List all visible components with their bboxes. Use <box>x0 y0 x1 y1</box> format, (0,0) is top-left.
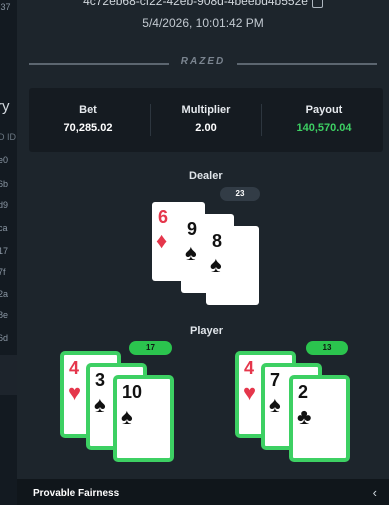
background-row: d9 <box>0 200 9 210</box>
stat-payout: Payout 140,570.04 <box>265 88 383 152</box>
background-row: e0 <box>0 155 9 165</box>
card-suit-icon: ♥ <box>243 380 257 405</box>
bet-value: 70,285.02 <box>63 122 113 134</box>
stat-separator <box>261 104 262 136</box>
background-row: ca <box>0 223 8 233</box>
divider-left <box>29 63 169 65</box>
background-row: 17 <box>0 246 9 256</box>
player-hand-total-badge: 13 <box>306 341 348 355</box>
background-top-text: ,37 <box>0 2 11 12</box>
brand-logo: RAZED <box>180 56 226 67</box>
game-id-text: 4c72eb68-cf22-42eb-908d-4beebd4b552e <box>83 0 308 8</box>
player-label: Player <box>190 325 224 337</box>
background-row: 6d <box>0 333 9 343</box>
chevron-left-icon[interactable]: ‹ <box>373 485 377 500</box>
dealer-total-badge: 23 <box>220 187 260 201</box>
stat-bet: Bet 70,285.02 <box>29 88 147 152</box>
card-rank: 7 <box>270 370 281 390</box>
card-rank: 3 <box>95 370 106 390</box>
card-suit-icon: ♥ <box>68 380 82 405</box>
divider-right <box>237 63 377 65</box>
dealer-label: Dealer <box>189 170 223 182</box>
card-rank: 2 <box>298 382 309 402</box>
card-rank: 9 <box>187 219 198 239</box>
multiplier-label: Multiplier <box>181 104 231 116</box>
card-rank: 10 <box>122 382 143 402</box>
card-suit-icon: ♣ <box>297 404 312 429</box>
card-suit-icon: ♠ <box>185 240 197 265</box>
player-card: 10 ♠ <box>113 375 174 462</box>
card-rank: 8 <box>212 231 223 251</box>
card-rank: 6 <box>158 207 169 227</box>
background-row: 8e <box>0 310 9 320</box>
card-suit-icon: ♦ <box>156 228 168 253</box>
game-id: 4c72eb68-cf22-42eb-908d-4beebd4b552e <box>17 0 389 8</box>
stat-multiplier: Multiplier 2.00 <box>147 88 265 152</box>
timestamp: 5/4/2026, 10:01:42 PM <box>142 16 264 30</box>
payout-label: Payout <box>305 104 343 116</box>
background-heading: ry <box>0 98 10 115</box>
provable-fairness-title: Provable Fairness <box>33 488 120 499</box>
copy-icon[interactable] <box>311 0 323 8</box>
background-row: 7f <box>0 267 6 277</box>
card-rank: 4 <box>69 358 80 378</box>
dealer-card: 8 ♠ <box>206 226 259 305</box>
payout-value: 140,570.04 <box>296 122 352 134</box>
bet-details-modal: 4c72eb68-cf22-42eb-908d-4beebd4b552e 5/4… <box>17 0 389 505</box>
multiplier-value: 2.00 <box>195 122 217 134</box>
provable-fairness-toggle[interactable]: Provable Fairness ‹ <box>17 479 389 505</box>
card-rank: 4 <box>244 358 255 378</box>
card-suit-icon: ♠ <box>121 404 133 429</box>
background-row: 6b <box>0 179 9 189</box>
card-suit-icon: ♠ <box>210 252 222 277</box>
background-row: 2a <box>0 289 9 299</box>
background-column-header: D ID <box>0 132 16 142</box>
player-hand-total-badge: 17 <box>129 341 172 355</box>
stats-panel: Bet 70,285.02 Multiplier 2.00 Payout 140… <box>29 88 383 152</box>
card-suit-icon: ♠ <box>94 392 106 417</box>
card-suit-icon: ♠ <box>269 392 281 417</box>
player-card: 2 ♣ <box>289 375 350 462</box>
bet-label: Bet <box>79 104 97 116</box>
